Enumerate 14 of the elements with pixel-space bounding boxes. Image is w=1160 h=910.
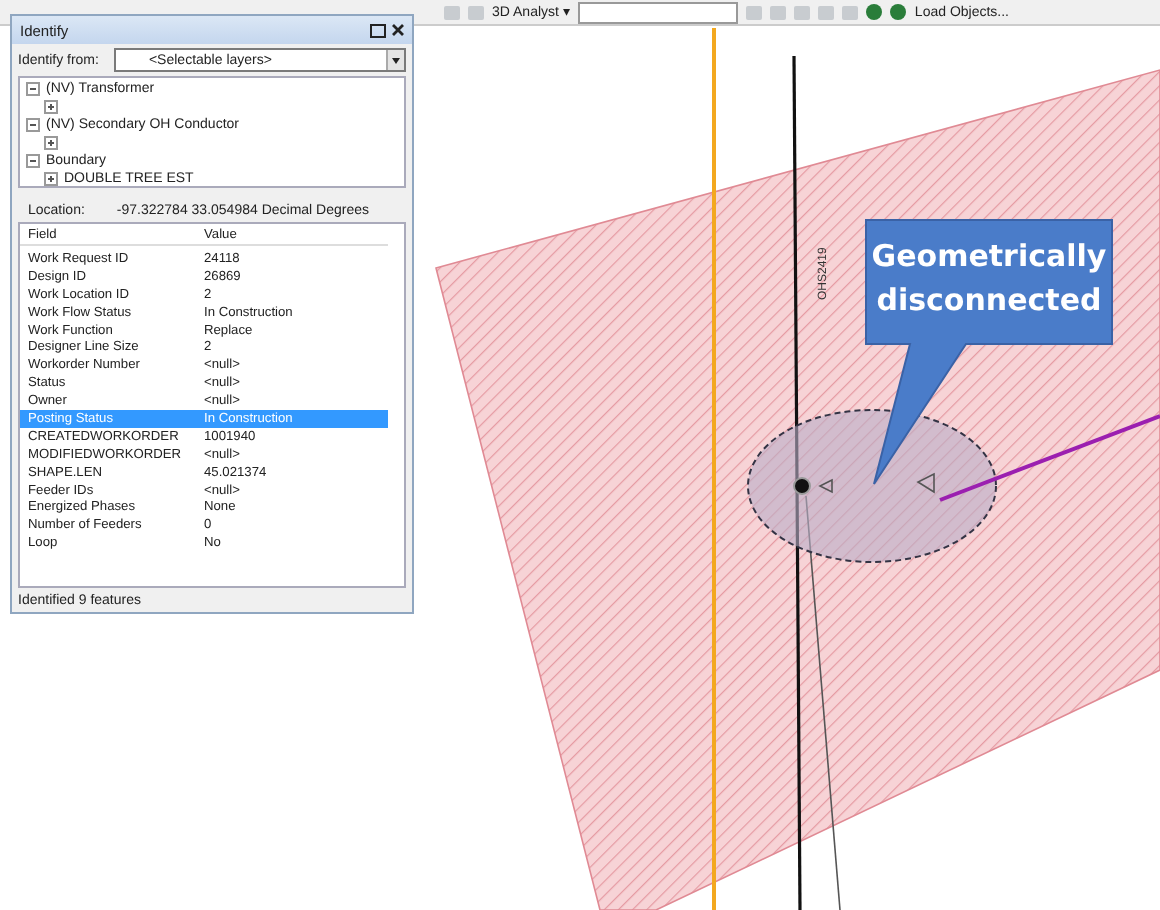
collapse-icon[interactable] — [26, 118, 40, 132]
node-icon — [793, 477, 811, 495]
expand-icon[interactable] — [44, 136, 58, 150]
triangle-icon — [916, 472, 935, 494]
layer-combo[interactable] — [578, 1, 739, 23]
caret-icon[interactable] — [386, 50, 404, 70]
small-triangle-icon — [818, 478, 833, 494]
collapse-icon[interactable] — [26, 154, 40, 168]
expand-icon[interactable] — [44, 100, 58, 114]
callout-text: Geometrically disconnected — [869, 236, 1109, 322]
maximize-icon[interactable] — [370, 23, 386, 37]
collapse-icon[interactable] — [26, 82, 40, 96]
close-icon[interactable] — [392, 24, 404, 36]
expand-icon[interactable] — [44, 172, 58, 186]
